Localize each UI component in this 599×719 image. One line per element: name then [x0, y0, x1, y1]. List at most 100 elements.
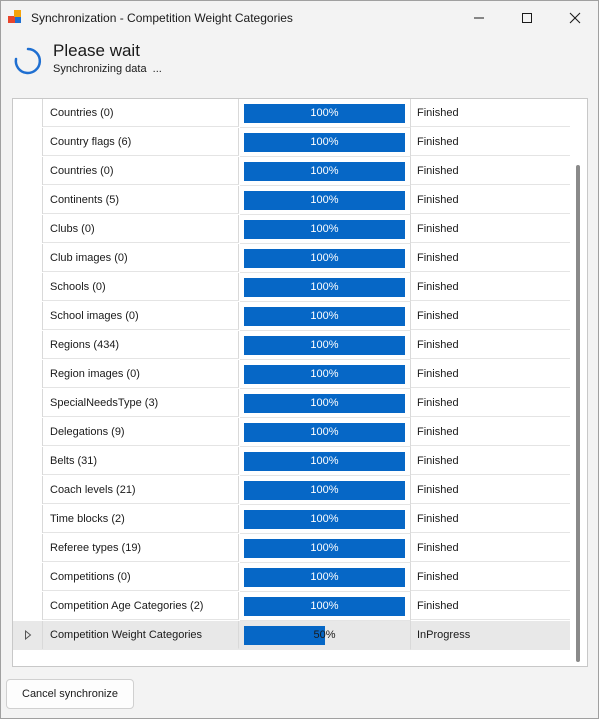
row-header[interactable] — [13, 186, 43, 214]
status-cell: Finished — [411, 215, 570, 243]
table-row[interactable]: Countries (0) 100% Finished — [13, 157, 570, 186]
progress-label: 100% — [310, 600, 339, 612]
table-row[interactable]: Delegations (9) 100% Finished — [13, 418, 570, 447]
loading-spinner-icon — [14, 47, 42, 75]
table-row[interactable]: Competitions (0) 100% Finished — [13, 563, 570, 592]
progress-cell: 100% — [240, 273, 411, 302]
app-logo-icon — [8, 10, 21, 23]
row-header[interactable] — [13, 534, 43, 562]
progress-cell: 100% — [240, 592, 411, 621]
entity-name-cell: Clubs (0) — [43, 215, 239, 243]
progress-label: 100% — [310, 484, 339, 496]
progress-label: 100% — [310, 339, 339, 351]
progress-bar: 100% — [244, 510, 405, 529]
minimize-button[interactable] — [456, 1, 502, 35]
entity-name-cell: Countries (0) — [43, 99, 239, 127]
entity-name-cell: Delegations (9) — [43, 418, 239, 446]
progress-cell: 100% — [240, 244, 411, 273]
progress-bar: 100% — [244, 162, 405, 181]
vertical-scrollbar[interactable] — [570, 99, 586, 666]
row-header[interactable] — [13, 215, 43, 243]
progress-bar: 100% — [244, 365, 405, 384]
status-cell: Finished — [411, 186, 570, 214]
status-cell: Finished — [411, 418, 570, 446]
progress-cell: 100% — [240, 215, 411, 244]
sync-grid[interactable]: Countries (0) 100% Finished Country flags (… — [12, 98, 588, 667]
status-cell: Finished — [411, 563, 570, 591]
progress-label: 100% — [310, 542, 339, 554]
status-cell: Finished — [411, 302, 570, 330]
status-cell: Finished — [411, 244, 570, 272]
current-row-indicator-icon — [24, 630, 31, 640]
maximize-icon — [522, 13, 532, 23]
progress-cell: 100% — [240, 389, 411, 418]
table-row[interactable]: School images (0) 100% Finished — [13, 302, 570, 331]
progress-bar: 100% — [244, 423, 405, 442]
entity-name-cell: Schools (0) — [43, 273, 239, 301]
row-header[interactable] — [13, 128, 43, 156]
status-cell: Finished — [411, 505, 570, 533]
progress-cell: 100% — [240, 360, 411, 389]
progress-label: 100% — [310, 397, 339, 409]
table-row[interactable]: Belts (31) 100% Finished — [13, 447, 570, 476]
row-header[interactable] — [13, 389, 43, 417]
table-row[interactable]: Competition Weight Categories 50% InProgre… — [13, 621, 570, 650]
progress-label: 100% — [310, 513, 339, 525]
table-row[interactable]: Time blocks (2) 100% Finished — [13, 505, 570, 534]
progress-label: 50% — [313, 629, 336, 641]
progress-bar: 50% — [244, 626, 405, 645]
progress-bar: 100% — [244, 481, 405, 500]
entity-name-cell: Competition Age Categories (2) — [43, 592, 239, 620]
progress-label: 100% — [310, 136, 339, 148]
row-header[interactable] — [13, 360, 43, 388]
row-header[interactable] — [13, 157, 43, 185]
table-row[interactable]: Clubs (0) 100% Finished — [13, 215, 570, 244]
maximize-button[interactable] — [504, 1, 550, 35]
row-header[interactable] — [13, 331, 43, 359]
entity-name-cell: Continents (5) — [43, 186, 239, 214]
entity-name-cell: Region images (0) — [43, 360, 239, 388]
progress-cell: 100% — [240, 157, 411, 186]
table-row[interactable]: Competition Age Categories (2) 100% Finish… — [13, 592, 570, 621]
status-cell: Finished — [411, 360, 570, 388]
row-header[interactable] — [13, 99, 43, 127]
row-header[interactable] — [13, 273, 43, 301]
progress-bar: 100% — [244, 104, 405, 123]
cancel-synchronize-button[interactable]: Cancel synchronize — [6, 679, 134, 709]
close-button[interactable] — [552, 1, 598, 35]
table-row[interactable]: Club images (0) 100% Finished — [13, 244, 570, 273]
progress-bar: 100% — [244, 452, 405, 471]
progress-bar: 100% — [244, 307, 405, 326]
table-row[interactable]: Countries (0) 100% Finished — [13, 99, 570, 128]
table-row[interactable]: Coach levels (21) 100% Finished — [13, 476, 570, 505]
table-row[interactable]: SpecialNeedsType (3) 100% Finished — [13, 389, 570, 418]
progress-cell: 100% — [240, 128, 411, 157]
progress-bar: 100% — [244, 278, 405, 297]
row-header[interactable] — [13, 244, 43, 272]
scrollbar-thumb[interactable] — [576, 165, 580, 662]
row-header[interactable] — [13, 505, 43, 533]
table-row[interactable]: Region images (0) 100% Finished — [13, 360, 570, 389]
progress-bar: 100% — [244, 539, 405, 558]
progress-bar: 100% — [244, 249, 405, 268]
table-row[interactable]: Country flags (6) 100% Finished — [13, 128, 570, 157]
progress-bar: 100% — [244, 568, 405, 587]
table-row[interactable]: Referee types (19) 100% Finished — [13, 534, 570, 563]
table-row[interactable]: Regions (434) 100% Finished — [13, 331, 570, 360]
status-cell: Finished — [411, 389, 570, 417]
row-header[interactable] — [13, 476, 43, 504]
row-header[interactable] — [13, 447, 43, 475]
row-header[interactable] — [13, 563, 43, 591]
table-row[interactable]: Schools (0) 100% Finished — [13, 273, 570, 302]
status-cell: Finished — [411, 534, 570, 562]
entity-name-cell: Regions (434) — [43, 331, 239, 359]
status-cell: Finished — [411, 447, 570, 475]
entity-name-cell: Competition Weight Categories — [43, 621, 239, 649]
table-row[interactable]: Continents (5) 100% Finished — [13, 186, 570, 215]
progress-cell: 100% — [240, 99, 411, 128]
row-header[interactable] — [13, 302, 43, 330]
row-header[interactable] — [13, 418, 43, 446]
row-header[interactable] — [13, 621, 43, 649]
window-title: Synchronization - Competition Weight Cat… — [31, 11, 293, 25]
row-header[interactable] — [13, 592, 43, 620]
